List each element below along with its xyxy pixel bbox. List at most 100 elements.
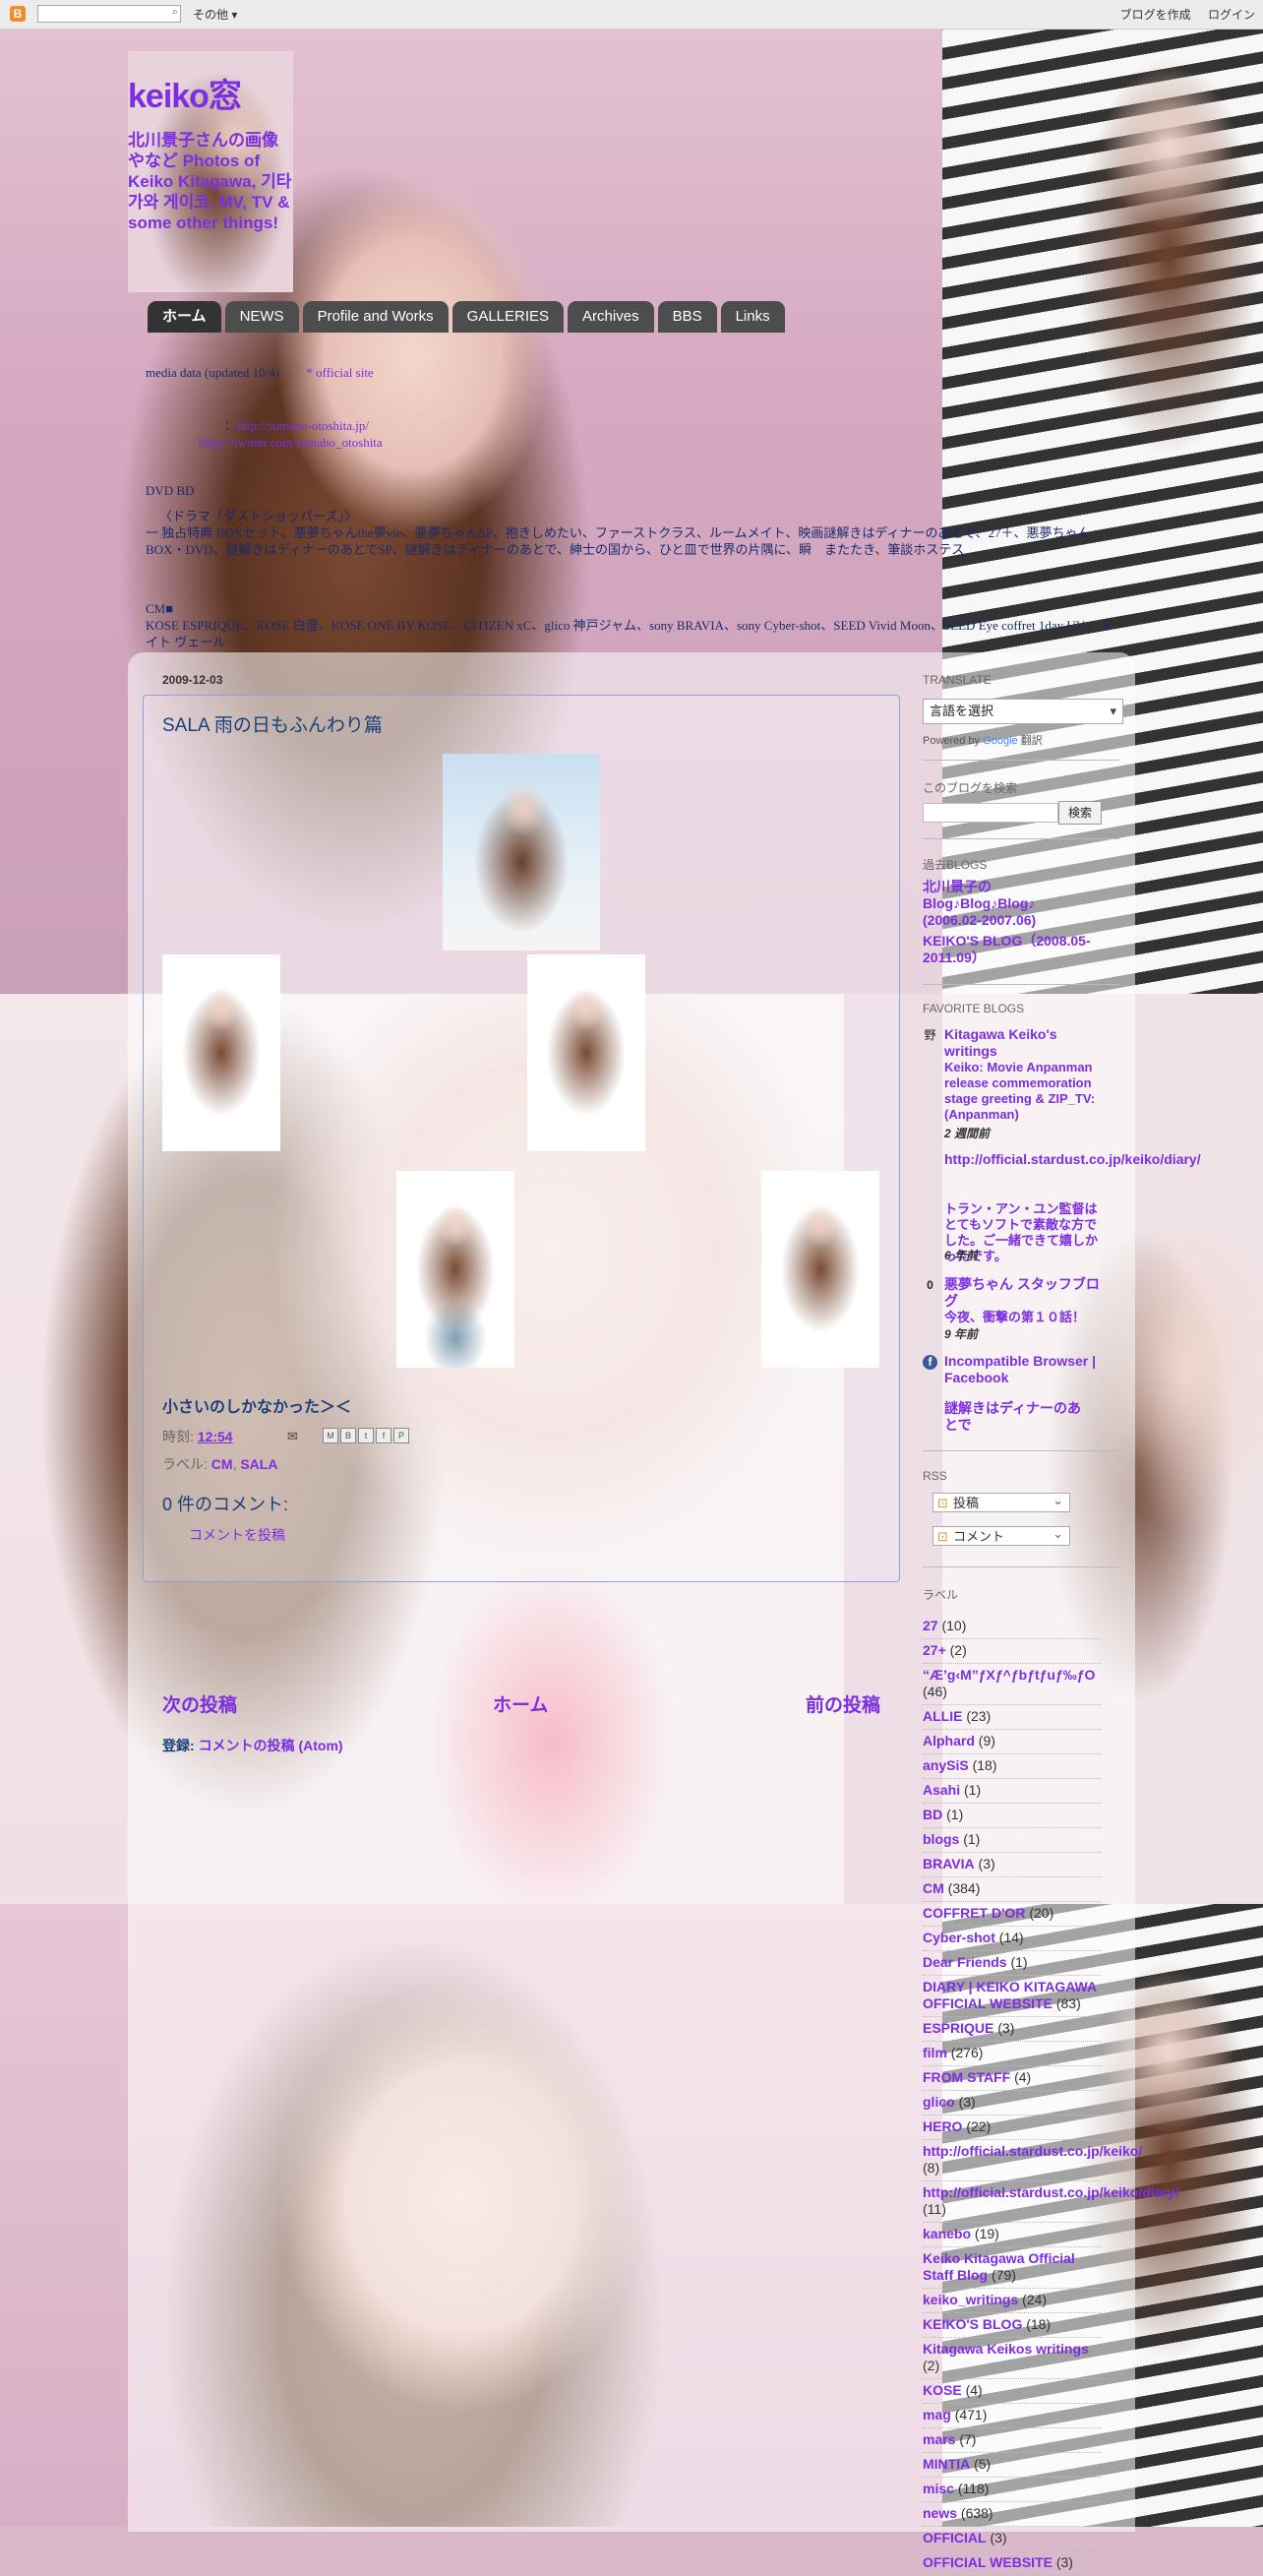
rss-posts-dropdown[interactable]: 投稿 [932,1491,1070,1513]
movie-twitter-link[interactable]: https://twitter.com/sumaho_otoshita [199,435,383,450]
post-comment-link[interactable]: コメントを投稿 [189,1525,285,1545]
favorite-blog-ago: 6 年前 [944,1249,979,1262]
label-count: (4) [1014,2069,1032,2085]
label-link[interactable]: blogs [923,1831,959,1847]
label-count: (14) [998,1930,1024,1945]
label-link[interactable]: BRAVIA [923,1856,975,1871]
label-link-cm[interactable]: CM [211,1456,233,1472]
label-count: (3) [997,2020,1015,2036]
label-link[interactable]: news [923,2505,957,2521]
label-link[interactable]: KEIKO'S BLOG [923,2316,1022,2332]
label-item: kanebo (19) [923,2223,1102,2247]
post-photo[interactable] [396,1171,514,1368]
google-logo[interactable]: Google [983,735,1017,747]
post-photo[interactable] [761,1171,879,1368]
label-link-sala[interactable]: SALA [240,1456,277,1472]
label-link[interactable]: 27 [923,1618,938,1633]
label-link[interactable]: 27+ [923,1642,946,1658]
label-link[interactable]: OFFICIAL [923,2530,987,2545]
label-link[interactable]: keiko_writings [923,2292,1018,2307]
share-email-icon[interactable]: M [323,1428,338,1443]
translate-link[interactable]: 翻訳 [1021,735,1043,747]
favorite-blog-title[interactable]: 謎解きはディナーのあとで [944,1400,1092,1434]
label-link[interactable]: anySiS [923,1757,969,1773]
search-icon[interactable]: ⌕ [172,6,178,19]
tab-links[interactable]: Links [720,301,785,333]
newer-post-link[interactable]: 次の投稿 [162,1690,237,1717]
label-link[interactable]: glico [923,2094,955,2110]
blogger-logo-icon[interactable]: B [10,6,26,22]
label-link[interactable]: FROM STAFF [923,2069,1010,2085]
label-link[interactable]: KOSE [923,2382,962,2398]
favorite-blog-title[interactable]: Incompatible Browser | Facebook [944,1353,1100,1386]
label-link[interactable]: ESPRIQUE [923,2020,993,2036]
favorite-blog-title[interactable]: Kitagawa Keiko's writings [944,1026,1100,1060]
label-link[interactable]: mag [923,2407,951,2423]
movie-site-link[interactable]: http://sumaho-otoshita.jp/ [237,418,369,433]
older-post-link[interactable]: 前の投稿 [806,1690,880,1717]
label-link[interactable]: MINTIA [923,2456,970,2472]
tab-galleries[interactable]: GALLERIES [451,301,565,333]
label-link[interactable]: “Æ’g‹M”ƒXƒ^ƒbƒtƒuƒ‰ƒO [923,1667,1095,1683]
blog-search-input[interactable] [923,803,1058,823]
label-link[interactable]: HERO [923,2118,962,2134]
label-link[interactable]: http://official.stardust.co.jp/keiko/dia… [923,2184,1179,2200]
label-item: FROM STAFF (4) [923,2066,1102,2091]
favorite-blog-title[interactable]: 悪夢ちゃん スタッフブログ [944,1276,1100,1310]
tab-bbs[interactable]: BBS [657,301,717,333]
blog-title[interactable]: keiko窓 [128,69,242,117]
favorite-blog-snippet[interactable]: 今夜、衝撃の第１０話！ [944,1310,1100,1325]
label-link[interactable]: Asahi [923,1782,960,1798]
label-item: MINTIA (5) [923,2453,1102,2478]
post-time-link[interactable]: 12:54 [198,1429,233,1444]
label-link[interactable]: Alphard [923,1733,975,1748]
label-link[interactable]: OFFICIAL WEBSITE [923,2554,1052,2570]
favorite-blog-snippet[interactable]: Keiko: Movie Anpanman release commemorat… [944,1060,1100,1123]
create-blog-link[interactable]: ブログを作成 [1120,8,1191,22]
ameba-icon: 0 [927,1278,933,1292]
post-photo[interactable] [527,954,645,1151]
media-data-link[interactable]: media data (updated 10/4) [146,365,279,380]
label-link[interactable]: http://official.stardust.co.jp/keiko/ [923,2143,1142,2159]
blog-icon: 野 [924,1028,936,1042]
label-link[interactable]: misc [923,2481,954,2496]
home-link[interactable]: ホーム [493,1690,548,1717]
label-item: KEIKO'S BLOG (18) [923,2313,1102,2338]
share-pinterest-icon[interactable]: P [393,1428,409,1443]
post-photo[interactable] [162,954,280,1151]
post-title[interactable]: SALA 雨の日もふんわり篇 [162,710,383,737]
official-site-link[interactable]: * official site [306,365,373,380]
label-link[interactable]: mars [923,2431,955,2447]
tab-profile[interactable]: Profile and Works [302,301,449,333]
label-link[interactable]: kanebo [923,2226,971,2241]
navbar-more-menu[interactable]: その他 ▾ [193,6,237,23]
atom-feed-link[interactable]: コメントの投稿 (Atom) [199,1738,343,1753]
label-item: “Æ’g‹M”ƒXƒ^ƒbƒtƒuƒ‰ƒO (46) [923,1664,1102,1705]
tab-archives[interactable]: Archives [568,301,654,333]
label-link[interactable]: Cyber-shot [923,1930,995,1945]
past-blog-link[interactable]: 北川景子の Blog♪Blog♪Blog♪ (2006.02-2007.06) [923,879,1051,929]
tab-home[interactable]: ホーム [148,301,221,333]
language-select[interactable]: 言語を選択 [923,699,1123,724]
past-blog-link[interactable]: KEIKO'S BLOG（2008.05-2011.09） [923,933,1119,966]
label-link[interactable]: Dear Friends [923,1954,1007,1970]
label-link[interactable]: BD [923,1807,942,1822]
label-link[interactable]: film [923,2045,947,2060]
search-button[interactable]: 検索 [1058,801,1102,825]
email-post-icon[interactable]: ✉ [287,1429,298,1444]
login-link[interactable]: ログイン [1208,8,1255,22]
share-facebook-icon[interactable]: f [376,1428,391,1443]
label-link[interactable]: COFFRET D'OR [923,1905,1025,1921]
share-twitter-icon[interactable]: t [358,1428,374,1443]
share-blog-icon[interactable]: B [340,1428,356,1443]
powered-by-google: Powered by Google 翻訳 [923,732,1043,748]
label-item: mars (7) [923,2428,1102,2453]
label-link[interactable]: CM [923,1880,944,1896]
label-link[interactable]: Kitagawa Keikos writings [923,2341,1089,2357]
navbar-search-input[interactable]: ⌕ [37,5,181,23]
favorite-blog-title[interactable]: http://official.stardust.co.jp/keiko/dia… [944,1151,1201,1168]
post-photo[interactable] [443,754,600,951]
rss-comments-dropdown[interactable]: コメント [932,1524,1070,1547]
label-link[interactable]: ALLIE [923,1708,962,1724]
tab-news[interactable]: NEWS [224,301,299,333]
